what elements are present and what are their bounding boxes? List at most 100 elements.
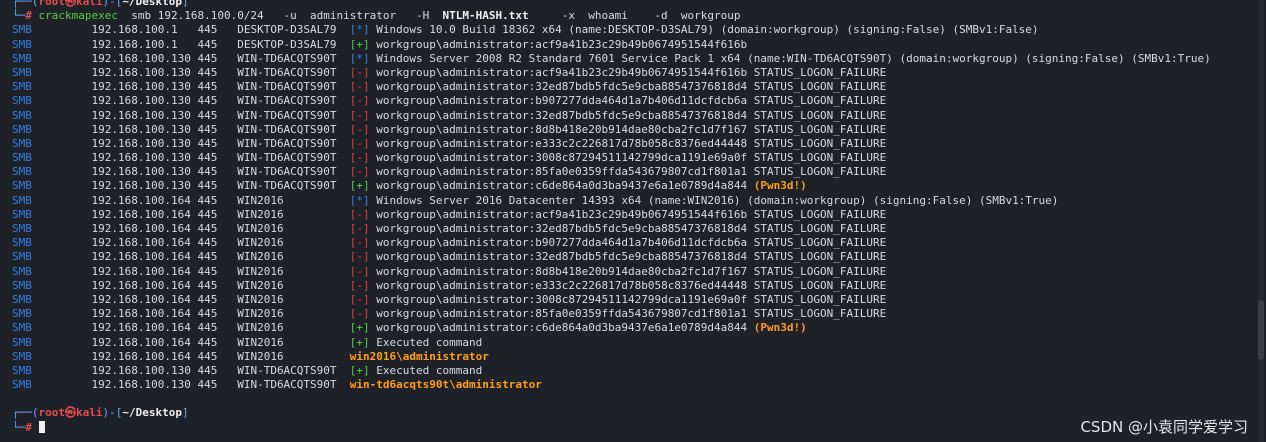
message: workgroup\administrator:c6de864a0d3ba943… (376, 321, 754, 335)
port: 445 (197, 94, 218, 108)
port: 445 (197, 136, 218, 150)
output-line: SMB 192.168.100.164 445 WIN2016 [-] work… (12, 222, 1252, 236)
command-args: smb 192.168.100.0/24 -u administrator -H (117, 9, 443, 23)
port: 445 (197, 378, 218, 392)
message: Windows Server 2016 Datacenter 14393 x64… (376, 193, 1059, 207)
status-marker: [-] (349, 136, 370, 150)
status-marker: [+] (349, 363, 370, 377)
port: 445 (197, 23, 218, 37)
ip-address: 192.168.100.164 (91, 335, 191, 349)
message: workgroup\administrator:32ed87bdb5fdc5e9… (376, 80, 887, 94)
ip-address: 192.168.100.130 (91, 80, 191, 94)
scrollbar[interactable] (1258, 0, 1264, 442)
message: workgroup\administrator:8d8b418e20b914da… (376, 264, 887, 278)
scrollbar-thumb[interactable] (1258, 300, 1264, 360)
proto-label: SMB (12, 51, 32, 65)
port: 445 (197, 65, 218, 79)
proto-label: SMB (12, 363, 32, 377)
port: 445 (197, 264, 218, 278)
port: 445 (197, 321, 218, 335)
status-marker: [-] (349, 264, 370, 278)
ip-address: 192.168.100.130 (91, 151, 191, 165)
proto-label: SMB (12, 278, 32, 292)
port: 445 (197, 292, 218, 306)
message: workgroup\administrator:acf9a41b23c29b49… (376, 65, 887, 79)
port: 445 (197, 236, 218, 250)
output-line: SMB 192.168.100.130 445 WIN-TD6ACQTS90T … (12, 109, 1252, 123)
output-line: SMB 192.168.100.1 445 DESKTOP-D3SAL79 [*… (12, 23, 1252, 37)
ip-address: 192.168.100.164 (91, 250, 191, 264)
output-line: SMB 192.168.100.130 445 WIN-TD6ACQTS90T … (12, 378, 1252, 392)
input-line[interactable]: └─# (12, 420, 1252, 435)
hostname: WIN2016 (237, 207, 284, 221)
message: workgroup\administrator:e333c2c226817d78… (376, 278, 887, 292)
watermark: CSDN @小袁同学爱学习 (1080, 417, 1248, 436)
hostname: WIN2016 (237, 222, 284, 236)
ip-address: 192.168.100.164 (91, 222, 191, 236)
status-marker: [-] (349, 222, 370, 236)
ip-address: 192.168.100.130 (91, 136, 191, 150)
message: workgroup\administrator:85fa0e0359ffda54… (376, 165, 887, 179)
output-line: SMB 192.168.100.164 445 WIN2016 [-] work… (12, 293, 1252, 307)
status-marker: [*] (349, 23, 370, 37)
message: workgroup\administrator:8d8b418e20b914da… (376, 122, 887, 136)
port: 445 (197, 335, 218, 349)
output-line: SMB 192.168.100.130 445 WIN-TD6ACQTS90T … (12, 364, 1252, 378)
proto-label: SMB (12, 207, 32, 221)
prompt-host: kali (76, 406, 103, 420)
hostname: WIN2016 (237, 193, 284, 207)
prompt-line: ┌──(root㉿kali)-[~/Desktop] (12, 0, 1252, 9)
status-marker: [-] (349, 236, 370, 250)
hostname: WIN-TD6ACQTS90T (237, 80, 337, 94)
hostname: WIN2016 (237, 321, 284, 335)
message: workgroup\administrator:32ed87bdb5fdc5e9… (376, 250, 887, 264)
hostname: WIN-TD6ACQTS90T (237, 51, 337, 65)
ip-address: 192.168.100.130 (91, 94, 191, 108)
prompt-user: root (38, 406, 66, 420)
proto-label: SMB (12, 250, 32, 264)
status-marker: [-] (349, 65, 370, 79)
command-bin: crackmapexec (38, 9, 118, 23)
message: Windows Server 2008 R2 Standard 7601 Ser… (376, 51, 1211, 65)
hostname: WIN2016 (237, 250, 284, 264)
port: 445 (197, 37, 218, 51)
ip-address: 192.168.100.164 (91, 193, 191, 207)
hostname: WIN-TD6ACQTS90T (237, 151, 337, 165)
status-marker: [-] (349, 292, 370, 306)
output-line: SMB 192.168.100.130 445 WIN-TD6ACQTS90T … (12, 52, 1252, 66)
proto-label: SMB (12, 236, 32, 250)
hostname: WIN-TD6ACQTS90T (237, 363, 337, 377)
ip-address: 192.168.100.1 (91, 23, 178, 37)
output-line: SMB 192.168.100.164 445 WIN2016 [-] work… (12, 236, 1252, 250)
port: 445 (197, 349, 218, 363)
message: workgroup\administrator:c6de864a0d3ba943… (376, 179, 754, 193)
hostname: DESKTOP-D3SAL79 (237, 23, 337, 37)
proto-label: SMB (12, 23, 32, 37)
ip-address: 192.168.100.130 (91, 165, 191, 179)
proto-label: SMB (12, 65, 32, 79)
output-line: SMB 192.168.100.164 445 WIN2016 [-] work… (12, 307, 1252, 321)
terminal-output[interactable]: ┌──(root㉿kali)-[~/Desktop] └─# crackmape… (12, 0, 1252, 435)
output-line: SMB 192.168.100.130 445 WIN-TD6ACQTS90T … (12, 179, 1252, 193)
proto-label: SMB (12, 349, 32, 363)
text-cursor (38, 420, 45, 433)
prompt-host: kali (76, 0, 103, 8)
message: workgroup\administrator:3008c87294511142… (376, 292, 887, 306)
hostname: WIN-TD6ACQTS90T (237, 165, 337, 179)
proto-label: SMB (12, 165, 32, 179)
ip-address: 192.168.100.130 (91, 51, 191, 65)
message: Executed command (376, 335, 483, 349)
proto-label: SMB (12, 122, 32, 136)
port: 445 (197, 151, 218, 165)
status-marker: [-] (349, 80, 370, 94)
ip-address: 192.168.100.130 (91, 122, 191, 136)
output-line: SMB 192.168.100.164 445 WIN2016 [*] Wind… (12, 194, 1252, 208)
port: 445 (197, 307, 218, 321)
proto-label: SMB (12, 264, 32, 278)
port: 445 (197, 207, 218, 221)
status-marker: [-] (349, 250, 370, 264)
hostname: WIN-TD6ACQTS90T (237, 136, 337, 150)
hostname: WIN-TD6ACQTS90T (237, 65, 337, 79)
output-line: SMB 192.168.100.164 445 WIN2016 win2016\… (12, 350, 1252, 364)
